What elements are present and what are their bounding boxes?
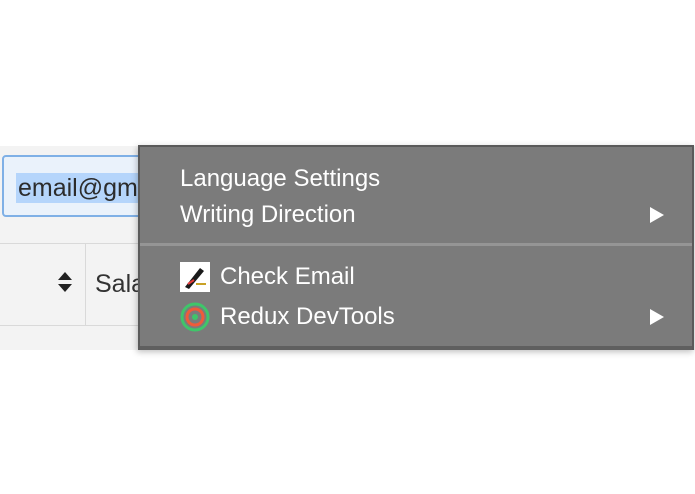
check-email-extension-icon bbox=[180, 262, 210, 292]
email-input-selected-text: email@gm bbox=[16, 173, 140, 203]
context-menu: Language Settings Writing Direction Chec… bbox=[138, 145, 694, 350]
menu-item-writing-direction[interactable]: Writing Direction bbox=[140, 197, 692, 233]
menu-bottom-edge bbox=[140, 346, 692, 350]
menu-item-label: Check Email bbox=[220, 263, 355, 290]
sort-icon[interactable] bbox=[56, 270, 74, 294]
table-column-divider bbox=[85, 244, 86, 325]
menu-item-check-email[interactable]: Check Email bbox=[140, 259, 692, 295]
menu-item-redux-devtools[interactable]: Redux DevTools bbox=[140, 299, 692, 335]
submenu-arrow-icon bbox=[650, 309, 664, 325]
menu-item-language-settings[interactable]: Language Settings bbox=[140, 161, 692, 197]
menu-item-label: Language Settings bbox=[180, 165, 381, 192]
menu-item-label: Redux DevTools bbox=[220, 303, 395, 330]
menu-separator bbox=[140, 243, 692, 246]
submenu-arrow-icon bbox=[650, 207, 664, 223]
redux-devtools-icon bbox=[180, 302, 210, 332]
menu-item-label: Writing Direction bbox=[180, 201, 356, 228]
table-header-divider bbox=[0, 243, 160, 244]
table-row-divider bbox=[0, 325, 160, 326]
